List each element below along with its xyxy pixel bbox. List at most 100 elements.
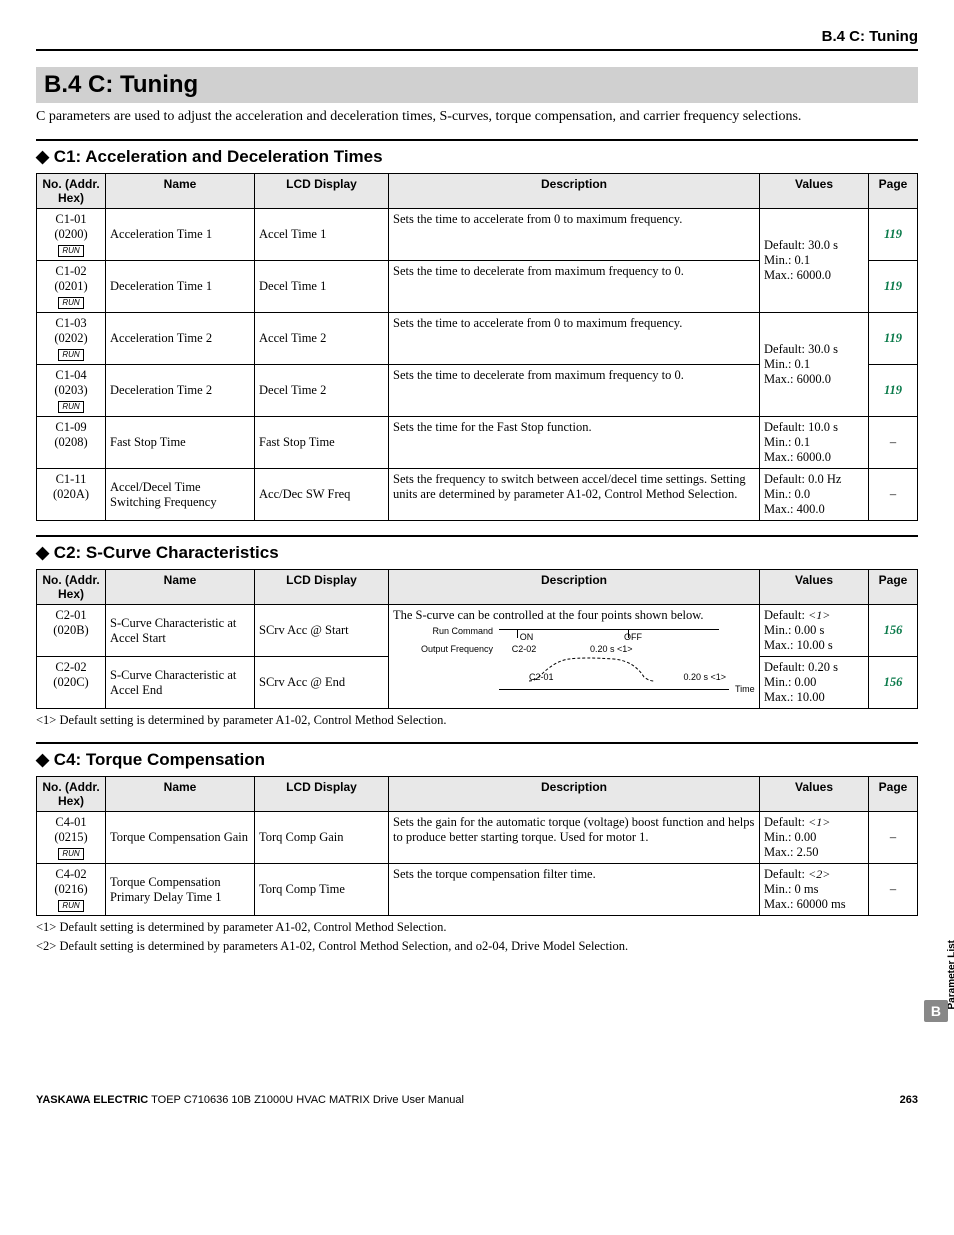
param-name: S-Curve Characteristic at Accel Start — [106, 605, 255, 657]
run-badge: RUN — [58, 297, 83, 309]
param-lcd: Torq Comp Gain — [255, 812, 389, 864]
diagram-time-axis: Time — [729, 683, 755, 695]
page-link[interactable]: 119 — [869, 365, 918, 417]
param-values: Default: 10.0 s Min.: 0.1 Max.: 6000.0 — [760, 417, 869, 469]
run-badge: RUN — [58, 401, 83, 413]
page-link[interactable]: 156 — [869, 657, 918, 709]
side-label: Parameter List — [946, 940, 954, 1009]
run-badge: RUN — [58, 349, 83, 361]
col-desc: Description — [389, 777, 760, 812]
param-values: Default: <1>Min.: 0.00 sMax.: 10.00 s — [760, 605, 869, 657]
col-no: No. (Addr. Hex) — [37, 174, 106, 209]
param-values: Default: <1>Min.: 0.00Max.: 2.50 — [760, 812, 869, 864]
param-name: S-Curve Characteristic at Accel End — [106, 657, 255, 709]
intro-text: C parameters are used to adjust the acce… — [36, 109, 918, 125]
param-addr: (0203) — [54, 383, 87, 397]
page-link[interactable]: 119 — [869, 313, 918, 365]
col-page: Page — [869, 174, 918, 209]
col-lcd: LCD Display — [255, 777, 389, 812]
page-footer: YASKAWA ELECTRIC TOEP C710636 10B Z1000U… — [36, 1094, 918, 1106]
param-desc: Sets the time to decelerate from maximum… — [389, 261, 760, 313]
table-row: C4-02(0216) RUN Torque Compensation Prima… — [37, 864, 918, 916]
param-desc: Sets the frequency to switch between acc… — [389, 469, 760, 521]
param-lcd: Fast Stop Time — [255, 417, 389, 469]
scurve-desc-cell: The S-curve can be controlled at the fou… — [389, 605, 760, 709]
c2-table: No. (Addr. Hex) Name LCD Display Descrip… — [36, 569, 918, 709]
param-name: Deceleration Time 1 — [106, 261, 255, 313]
param-addr: (020A) — [53, 487, 89, 501]
param-addr: (0200) — [54, 227, 87, 241]
col-page: Page — [869, 777, 918, 812]
c4-footnote2: <2> Default setting is determined by par… — [36, 939, 918, 954]
run-badge: RUN — [58, 848, 83, 860]
col-lcd: LCD Display — [255, 570, 389, 605]
param-lcd: Torq Comp Time — [255, 864, 389, 916]
page-link: – — [869, 864, 918, 916]
param-desc: Sets the time for the Fast Stop function… — [389, 417, 760, 469]
param-no: C2-02 — [55, 660, 86, 674]
c1-table: No. (Addr. Hex) Name LCD Display Descrip… — [36, 173, 918, 521]
param-desc: Sets the time to decelerate from maximum… — [389, 365, 760, 417]
param-desc: Sets the time to accelerate from 0 to ma… — [389, 209, 760, 261]
c4-footnote1: <1> Default setting is determined by par… — [36, 920, 918, 935]
param-lcd: Accel Time 1 — [255, 209, 389, 261]
param-no: C1-11 — [56, 472, 87, 486]
param-desc: Sets the gain for the automatic torque (… — [389, 812, 760, 864]
col-desc: Description — [389, 570, 760, 605]
scurve-diagram: Run Command ON OFF Output Frequency C2-0… — [393, 623, 755, 695]
param-no: C4-02 — [55, 867, 86, 881]
c1-heading: C1: Acceleration and Deceleration Times — [36, 139, 918, 167]
section-title: B.4 C: Tuning — [36, 67, 918, 103]
page-link[interactable]: 119 — [869, 261, 918, 313]
page-link: – — [869, 812, 918, 864]
param-addr: (0215) — [54, 830, 87, 844]
param-addr: (020C) — [53, 675, 88, 689]
param-values: Default: 0.20 s Min.: 0.00 Max.: 10.00 — [760, 657, 869, 709]
param-addr: (0216) — [54, 882, 87, 896]
page-link: – — [869, 469, 918, 521]
param-name: Torque Compensation Gain — [106, 812, 255, 864]
param-addr: (0201) — [54, 279, 87, 293]
param-values: Default: 30.0 s Min.: 0.1 Max.: 6000.0 — [760, 209, 869, 313]
table-row: C1-09(0208) Fast Stop Time Fast Stop Tim… — [37, 417, 918, 469]
param-name: Acceleration Time 2 — [106, 313, 255, 365]
col-name: Name — [106, 570, 255, 605]
col-name: Name — [106, 777, 255, 812]
page-header: B.4 C: Tuning — [36, 28, 918, 51]
c2-heading: C2: S-Curve Characteristics — [36, 535, 918, 563]
param-name: Torque Compensation Primary Delay Time 1 — [106, 864, 255, 916]
param-name: Acceleration Time 1 — [106, 209, 255, 261]
c4-heading: C4: Torque Compensation — [36, 742, 918, 770]
page-link[interactable]: 156 — [869, 605, 918, 657]
param-desc: Sets the time to accelerate from 0 to ma… — [389, 313, 760, 365]
col-no: No. (Addr. Hex) — [37, 570, 106, 605]
col-lcd: LCD Display — [255, 174, 389, 209]
param-lcd: Decel Time 2 — [255, 365, 389, 417]
col-no: No. (Addr. Hex) — [37, 777, 106, 812]
param-no: C1-09 — [55, 420, 86, 434]
col-val: Values — [760, 777, 869, 812]
param-addr: (0208) — [54, 435, 87, 449]
param-name: Accel/Decel Time Switching Frequency — [106, 469, 255, 521]
param-lcd: SCrv Acc @ End — [255, 657, 389, 709]
run-badge: RUN — [58, 245, 83, 257]
col-name: Name — [106, 174, 255, 209]
footer-doc: TOEP C710636 10B Z1000U HVAC MATRIX Driv… — [148, 1094, 464, 1106]
param-name: Deceleration Time 2 — [106, 365, 255, 417]
param-no: C4-01 — [55, 815, 86, 829]
param-lcd: Accel Time 2 — [255, 313, 389, 365]
page-link[interactable]: 119 — [869, 209, 918, 261]
diagram-label-freq: Output Frequency — [403, 643, 499, 655]
param-desc: Sets the torque compensation filter time… — [389, 864, 760, 916]
param-no: C1-01 — [55, 212, 86, 226]
run-badge: RUN — [58, 900, 83, 912]
param-no: C1-02 — [55, 264, 86, 278]
param-lcd: Acc/Dec SW Freq — [255, 469, 389, 521]
param-values: Default: 0.0 Hz Min.: 0.0 Max.: 400.0 — [760, 469, 869, 521]
col-desc: Description — [389, 174, 760, 209]
col-val: Values — [760, 570, 869, 605]
diagram-time2: 0.20 s <1> — [684, 671, 727, 683]
table-row: C1-11(020A) Accel/Decel Time Switching F… — [37, 469, 918, 521]
diagram-label-run: Run Command — [403, 625, 499, 637]
table-row: C1-01(0200) RUN Acceleration Time 1 Accel… — [37, 209, 918, 261]
